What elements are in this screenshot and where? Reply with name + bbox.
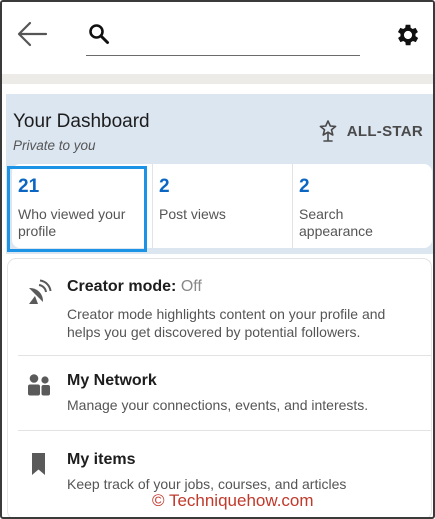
all-star-label: ALL-STAR [346, 122, 423, 140]
my-network-description: Manage your connections, events, and int… [67, 397, 369, 413]
list-item-my-network[interactable]: My Network Manage your connections, even… [8, 356, 431, 430]
search-field[interactable] [86, 20, 360, 56]
dashboard-section: Your Dashboard Private to you ALL-STAR 2… [6, 94, 433, 254]
search-icon [89, 24, 109, 44]
my-network-title: My Network [67, 372, 157, 389]
creator-mode-title: Creator mode: Off [67, 278, 202, 296]
satellite-dish-icon [29, 279, 52, 304]
list-item-creator-mode[interactable]: Creator mode: Off Creator mode highlight… [8, 259, 431, 355]
stat-post-views[interactable]: 2 Post views [152, 164, 292, 248]
star-trophy-icon [319, 120, 337, 142]
dashboard-subtitle: Private to you [13, 138, 96, 153]
all-star-badge[interactable]: ALL-STAR [318, 119, 423, 143]
stat-search-appearances[interactable]: 2 Search appearance [292, 164, 432, 248]
gear-icon[interactable] [394, 21, 422, 49]
top-bar [2, 2, 433, 74]
stat-label: Search appearance [299, 206, 373, 239]
stats-panel: 21 Who viewed your profile 2 Post views … [12, 164, 432, 248]
stat-value: 21 [18, 176, 40, 197]
stat-value: 2 [299, 176, 310, 197]
stat-label: Post views [159, 206, 226, 222]
section-divider [2, 74, 433, 84]
watermark-text: © Techniquehow.com [152, 491, 314, 510]
people-icon [28, 374, 50, 396]
creator-mode-label: Creator mode: [67, 278, 177, 295]
search-input[interactable] [118, 22, 354, 48]
back-arrow-icon[interactable] [16, 20, 48, 48]
creator-mode-description: Creator mode highlights content on your … [67, 306, 386, 340]
stat-value: 2 [159, 176, 170, 197]
resources-card: Creator mode: Off Creator mode highlight… [8, 259, 431, 517]
creator-mode-status: Off [180, 278, 202, 295]
screen: Your Dashboard Private to you ALL-STAR 2… [0, 0, 435, 519]
stat-profile-views[interactable]: 21 Who viewed your profile [12, 164, 150, 248]
bookmark-icon [32, 453, 45, 475]
dashboard-title: Your Dashboard [13, 111, 150, 132]
my-items-title: My items [67, 451, 136, 468]
stat-label: Who viewed your profile [18, 206, 126, 239]
